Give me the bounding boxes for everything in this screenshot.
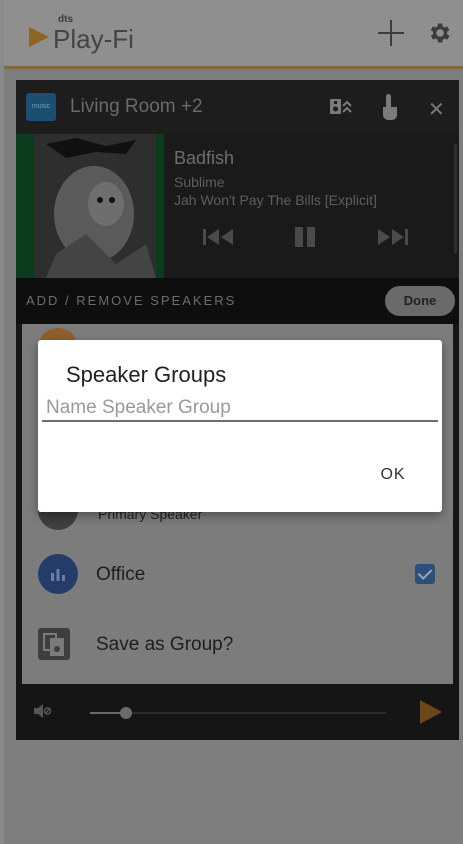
speaker-name: Office xyxy=(96,564,146,585)
group-name-input[interactable] xyxy=(42,396,438,422)
app-screen: dts Play-Fi music Living Room +2 ✕ Badfi… xyxy=(4,0,463,844)
track-title: Badfish xyxy=(174,148,235,168)
speaker-avatar xyxy=(38,554,78,594)
album-art[interactable] xyxy=(16,134,164,278)
zone-header: music Living Room +2 ✕ xyxy=(16,80,459,134)
app-logo-text: Play-Fi xyxy=(53,24,134,54)
pause-icon[interactable] xyxy=(292,226,318,248)
add-icon[interactable] xyxy=(378,20,404,46)
play-icon[interactable] xyxy=(420,700,442,724)
track-artist: Sublime xyxy=(174,174,225,190)
app-bar: dts Play-Fi xyxy=(4,0,463,66)
now-playing-scrollbar[interactable] xyxy=(454,144,457,254)
volume-knob[interactable] xyxy=(119,707,132,719)
close-icon[interactable]: ✕ xyxy=(428,97,445,122)
save-as-group-row[interactable]: Save as Group? xyxy=(22,612,453,682)
previous-track-icon[interactable] xyxy=(201,227,237,247)
next-track-icon[interactable] xyxy=(374,227,414,247)
track-album: Jah Won't Pay The Bills [Explicit] xyxy=(174,192,377,208)
add-remove-speakers-bar: ADD / REMOVE SPEAKERS Done xyxy=(16,278,459,324)
dialog-title: Speaker Groups xyxy=(66,362,227,387)
bars-icon xyxy=(51,569,65,581)
volume-bar xyxy=(16,684,459,740)
gear-icon[interactable] xyxy=(426,20,452,46)
speaker-checkbox[interactable] xyxy=(415,564,435,584)
ok-button[interactable]: OK xyxy=(368,458,418,492)
zone-title[interactable]: Living Room +2 xyxy=(70,96,203,118)
list-item[interactable]: Office xyxy=(22,542,453,612)
touch-icon[interactable] xyxy=(378,92,402,122)
save-as-group-label: Save as Group? xyxy=(96,634,234,655)
volume-slider[interactable] xyxy=(90,707,386,719)
playfi-logo-icon xyxy=(29,27,49,47)
add-remove-speakers-label: ADD / REMOVE SPEAKERS xyxy=(26,293,237,308)
appbar-divider xyxy=(4,66,463,69)
volume-mute-icon[interactable] xyxy=(32,702,52,720)
now-playing: Badfish Sublime Jah Won't Pay The Bills … xyxy=(16,134,459,278)
amazon-music-icon: music xyxy=(26,93,56,121)
album-art-image xyxy=(16,134,164,278)
speaker-groups-dialog: Speaker Groups OK xyxy=(38,340,442,512)
group-icon xyxy=(38,628,70,660)
done-button[interactable]: Done xyxy=(385,286,455,316)
speaker-collapse-icon[interactable] xyxy=(328,94,354,120)
